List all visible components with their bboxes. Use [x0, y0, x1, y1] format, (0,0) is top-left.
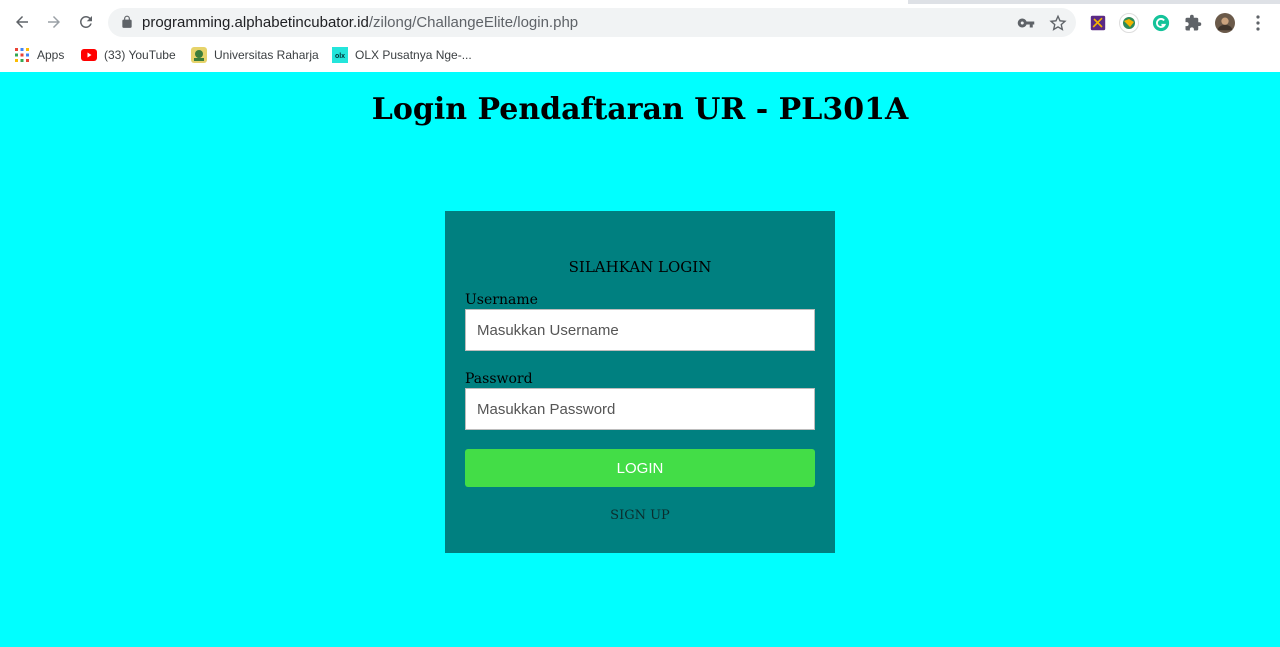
- login-heading: SILAHKAN LOGIN: [568, 258, 712, 276]
- bookmark-youtube[interactable]: (33) YouTube: [81, 46, 176, 64]
- bookmark-label: Universitas Raharja: [214, 48, 319, 62]
- url-host: programming.alphabetincubator.id: [142, 14, 369, 31]
- lock-icon[interactable]: [120, 15, 134, 29]
- puzzle-icon[interactable]: [1183, 13, 1203, 33]
- browser-toolbar: programming.alphabetincubator.id/zilong/…: [0, 4, 1280, 40]
- login-panel: SILAHKAN LOGIN Username Password LOGIN S…: [445, 211, 835, 553]
- bookmark-raharja[interactable]: Universitas Raharja: [191, 46, 319, 64]
- raharja-icon: [191, 47, 207, 63]
- login-button[interactable]: LOGIN: [465, 449, 815, 487]
- bookmark-apps[interactable]: Apps: [14, 46, 64, 64]
- apps-grid-icon: [14, 47, 30, 63]
- signup-link[interactable]: SIGN UP: [445, 508, 835, 523]
- key-icon[interactable]: [1016, 13, 1036, 33]
- grammarly-icon[interactable]: [1151, 13, 1171, 33]
- back-button[interactable]: [8, 8, 36, 36]
- menu-kebab-icon[interactable]: [1248, 13, 1268, 33]
- username-label: Username: [465, 292, 538, 308]
- password-label: Password: [465, 371, 533, 387]
- arrow-right-icon: [48, 16, 60, 28]
- olx-icon: olx: [332, 47, 348, 63]
- bookmark-label: OLX Pusatnya Nge-...: [355, 48, 472, 62]
- address-bar[interactable]: programming.alphabetincubator.id/zilong/…: [108, 8, 1076, 37]
- arrow-left-icon: [16, 16, 28, 28]
- bookmark-label: Apps: [37, 48, 65, 62]
- profile-avatar[interactable]: [1215, 13, 1235, 33]
- reload-icon: [79, 15, 92, 28]
- forward-button[interactable]: [40, 8, 68, 36]
- page-title: Login Pendaftaran UR - PL301A: [371, 92, 909, 127]
- browser-chrome: programming.alphabetincubator.id/zilong/…: [0, 0, 1280, 72]
- username-input[interactable]: [465, 309, 815, 351]
- bookmark-label: (33) YouTube: [104, 48, 176, 62]
- reload-button[interactable]: [72, 8, 100, 36]
- url-text[interactable]: programming.alphabetincubator.id/zilong/…: [142, 14, 578, 31]
- star-icon[interactable]: [1048, 13, 1068, 33]
- bookmarks-bar: Apps (33) YouTube Universitas Raharja ol…: [0, 40, 1280, 70]
- globe-extension-icon[interactable]: [1119, 13, 1139, 33]
- svg-text:olx: olx: [335, 53, 345, 60]
- bookmark-olx[interactable]: olx OLX Pusatnya Nge-...: [332, 46, 472, 64]
- youtube-icon: [81, 47, 97, 63]
- mail-extension-icon[interactable]: [1088, 13, 1108, 33]
- url-path: /zilong/ChallangeElite/login.php: [368, 14, 579, 31]
- password-input[interactable]: [465, 388, 815, 430]
